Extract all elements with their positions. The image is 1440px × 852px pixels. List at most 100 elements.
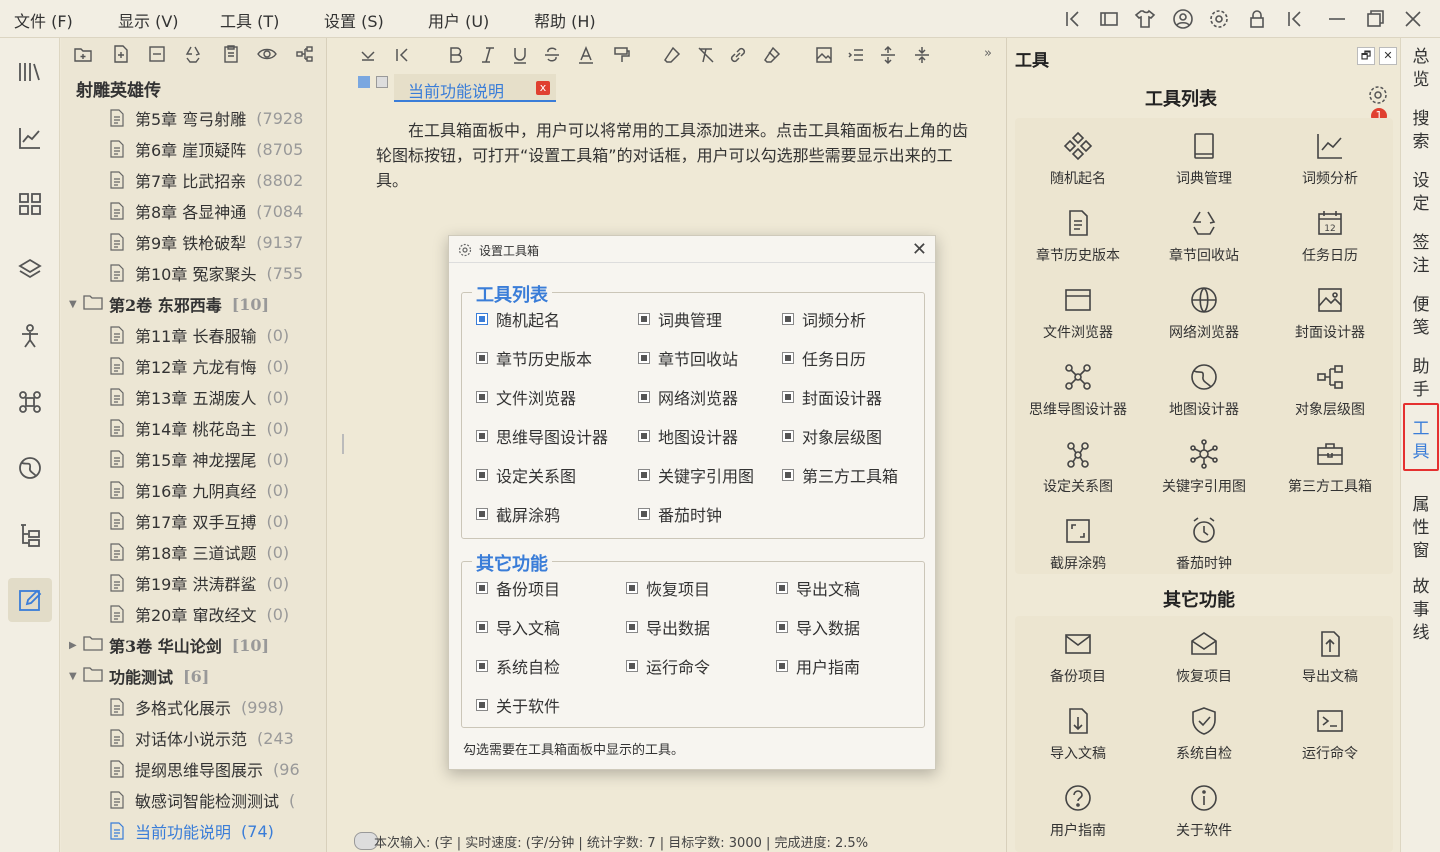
tool-button[interactable]: 用户指南 <box>1015 774 1141 850</box>
maximize-icon[interactable] <box>1364 8 1386 30</box>
tree-chapter[interactable]: 第15章 神龙摆尾 (0) <box>109 444 289 474</box>
tool-button[interactable]: 词频分析 <box>1267 122 1393 198</box>
checkbox-square[interactable] <box>476 391 488 403</box>
tool-checkbox[interactable]: 恢复项目 <box>626 576 710 600</box>
tool-button[interactable]: 思维导图设计器 <box>1015 353 1141 429</box>
checkbox-square[interactable] <box>638 430 650 442</box>
font-color-icon[interactable] <box>576 45 596 65</box>
gear-icon[interactable] <box>1367 84 1389 106</box>
remove-icon[interactable] <box>147 44 167 64</box>
tool-button[interactable]: 章节回收站 <box>1141 199 1267 275</box>
checkbox-square[interactable] <box>476 430 488 442</box>
tool-button[interactable]: 关键字引用图 <box>1141 430 1267 506</box>
tool-button[interactable]: 词典管理 <box>1141 122 1267 198</box>
tab-current-feature[interactable]: 当前功能说明 x <box>394 74 556 102</box>
tool-button[interactable]: 备份项目 <box>1015 620 1141 696</box>
tool-checkbox[interactable]: 章节历史版本 <box>476 346 592 370</box>
tool-checkbox[interactable]: 第三方工具箱 <box>782 463 898 487</box>
tree-chapter[interactable]: 多格式化展示 (998) <box>109 692 284 722</box>
tool-checkbox[interactable]: 封面设计器 <box>782 385 882 409</box>
tool-checkbox[interactable]: 词典管理 <box>638 307 722 331</box>
tree-chapter[interactable]: 对话体小说示范 (243 <box>109 723 294 753</box>
collapse-left-icon[interactable] <box>1062 8 1084 30</box>
tree-chapter[interactable]: 当前功能说明 (74) <box>109 816 274 846</box>
strikethrough-icon[interactable] <box>542 45 562 65</box>
menu-file[interactable]: 文件 (F) <box>14 8 73 32</box>
close-panel-icon[interactable]: ✕ <box>1379 47 1397 65</box>
tool-button[interactable]: 封面设计器 <box>1267 276 1393 352</box>
tree-chapter[interactable]: 第18章 三道试题 (0) <box>109 537 289 567</box>
italic-icon[interactable] <box>478 45 498 65</box>
single-view-icon[interactable] <box>376 76 388 88</box>
gear-icon[interactable] <box>1208 8 1230 30</box>
checkbox-square[interactable] <box>782 469 794 481</box>
tool-checkbox[interactable]: 截屏涂鸦 <box>476 502 560 526</box>
tool-button[interactable]: 对象层级图 <box>1267 353 1393 429</box>
clear-format-icon[interactable] <box>696 45 716 65</box>
checkbox-square[interactable] <box>476 352 488 364</box>
collapse-left-icon[interactable] <box>392 45 412 65</box>
tool-button[interactable]: 设定关系图 <box>1015 430 1141 506</box>
tree-volume[interactable]: ▼ 功能测试 [6] <box>69 661 209 691</box>
bold-icon[interactable] <box>446 45 466 65</box>
tool-button[interactable]: 章节历史版本 <box>1015 199 1141 275</box>
expand-arrow-icon[interactable]: ▼ <box>69 299 83 310</box>
rail-tab[interactable]: 便笺 <box>1409 294 1433 340</box>
library-icon[interactable] <box>16 58 44 86</box>
checkbox-square[interactable] <box>782 313 794 325</box>
collapse-right-icon[interactable] <box>1284 8 1306 30</box>
checkbox-square[interactable] <box>776 621 788 633</box>
insert-image-icon[interactable] <box>814 45 834 65</box>
tab-close-icon[interactable]: x <box>536 81 550 95</box>
character-icon[interactable] <box>16 322 44 350</box>
checkbox-square[interactable] <box>776 660 788 672</box>
grid-apps-icon[interactable] <box>16 190 44 218</box>
checkbox-square[interactable] <box>626 582 638 594</box>
tool-checkbox[interactable]: 番茄时钟 <box>638 502 722 526</box>
clipboard-icon[interactable] <box>221 44 241 64</box>
format-painter-icon[interactable] <box>612 45 632 65</box>
tool-button[interactable]: 系统自检 <box>1141 697 1267 773</box>
menu-user[interactable]: 用户 (U) <box>428 8 489 32</box>
globe-icon[interactable] <box>16 454 44 482</box>
rail-tab[interactable]: 工具 <box>1409 418 1433 464</box>
theme-shirt-icon[interactable] <box>1134 8 1156 30</box>
checkbox-square[interactable] <box>476 660 488 672</box>
tool-button[interactable]: 恢复项目 <box>1141 620 1267 696</box>
checkbox-square[interactable] <box>782 430 794 442</box>
menu-help[interactable]: 帮助 (H) <box>534 8 596 32</box>
tree-chapter[interactable]: 第7章 比武招亲 (8802 <box>109 165 303 195</box>
tree-structure-icon[interactable] <box>295 44 315 64</box>
add-folder-icon[interactable] <box>73 44 93 64</box>
tree-chapter[interactable]: 第13章 五湖废人 (0) <box>109 382 289 412</box>
rail-tab[interactable]: 设定 <box>1409 170 1433 216</box>
tool-checkbox[interactable]: 词频分析 <box>782 307 866 331</box>
tree-chapter[interactable]: 第10章 冤家聚头 (755 <box>109 258 303 288</box>
rail-tab[interactable]: 助手 <box>1409 356 1433 402</box>
add-file-icon[interactable] <box>111 44 131 64</box>
tool-button[interactable]: 番茄时钟 <box>1141 507 1267 583</box>
checkbox-square[interactable] <box>476 469 488 481</box>
recycle-icon[interactable] <box>183 44 203 64</box>
book-title[interactable]: 射雕英雄传 <box>76 76 161 101</box>
tree-chapter[interactable]: 第14章 桃花岛主 (0) <box>109 413 289 443</box>
layout-icon[interactable] <box>1098 8 1120 30</box>
tree-volume[interactable]: ▶ 第3卷 华山论剑 [10] <box>69 630 269 660</box>
compress-vertical-icon[interactable] <box>912 45 932 65</box>
dialog-close-icon[interactable]: ✕ <box>912 239 927 260</box>
rail-tab[interactable]: 签注 <box>1409 232 1433 278</box>
tool-checkbox[interactable]: 随机起名 <box>476 307 560 331</box>
command-icon[interactable] <box>16 388 44 416</box>
splitter-handle[interactable] <box>342 434 344 454</box>
rail-tab[interactable]: 总览 <box>1409 46 1433 92</box>
tool-checkbox[interactable]: 任务日历 <box>782 346 866 370</box>
tool-button[interactable]: 网络浏览器 <box>1141 276 1267 352</box>
checkbox-square[interactable] <box>638 352 650 364</box>
tool-button[interactable]: 文件浏览器 <box>1015 276 1141 352</box>
user-icon[interactable] <box>1172 8 1194 30</box>
tool-checkbox[interactable]: 思维导图设计器 <box>476 424 608 448</box>
tree-chapter[interactable]: 第9章 铁枪破犁 (9137 <box>109 227 303 257</box>
checkbox-square[interactable] <box>776 582 788 594</box>
eraser-icon[interactable] <box>662 45 682 65</box>
edit-icon[interactable] <box>16 586 44 614</box>
